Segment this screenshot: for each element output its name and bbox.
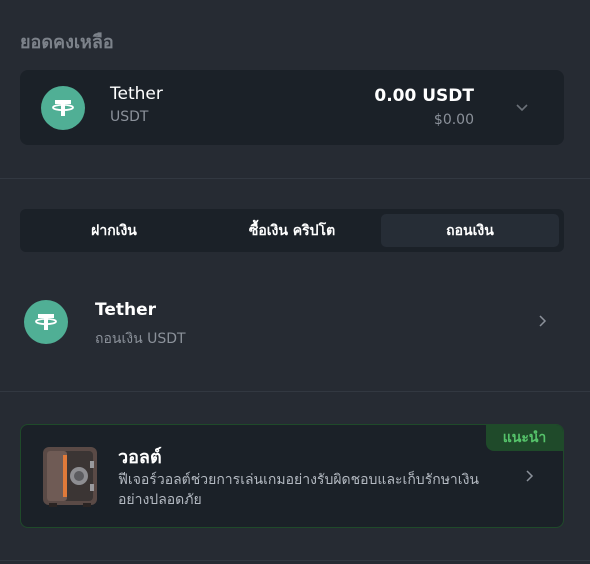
- chevron-right-icon: [526, 470, 534, 482]
- balance-card[interactable]: Tether USDT 0.00 USDT $0.00: [20, 70, 564, 145]
- divider: [0, 178, 590, 179]
- tether-icon: [24, 300, 68, 344]
- tab-bar: ฝากเงิน ซื้อเงิน คริปโต ถอนเงิน: [20, 209, 564, 252]
- option-name: Tether: [95, 300, 157, 320]
- tab-withdraw[interactable]: ถอนเงิน: [381, 214, 559, 247]
- option-subtitle: ถอนเงิน USDT: [95, 331, 186, 347]
- divider: [0, 560, 590, 561]
- balance-section-title: ยอดคงเหลือ: [20, 32, 114, 53]
- tab-deposit[interactable]: ฝากเงิน: [25, 214, 203, 247]
- chevron-down-icon[interactable]: [514, 99, 530, 115]
- tab-buy-crypto[interactable]: ซื้อเงิน คริปโต: [203, 214, 381, 247]
- vault-safe-icon: [43, 447, 97, 507]
- coin-symbol: USDT: [110, 109, 149, 125]
- balance-fiat-value: $0.00: [433, 112, 474, 128]
- vault-description: ฟีเจอร์วอลต์ช่วยการเล่นเกมอย่างรับผิดชอบ…: [118, 472, 479, 508]
- withdraw-tether-option[interactable]: Tether ถอนเงิน USDT: [0, 294, 590, 354]
- recommended-badge: แนะนำ: [486, 425, 563, 451]
- vault-title: วอลต์: [118, 447, 162, 468]
- coin-name: Tether: [110, 84, 163, 104]
- tether-icon: [41, 86, 85, 130]
- divider: [0, 391, 590, 392]
- chevron-right-icon: [539, 315, 547, 327]
- vault-card[interactable]: แนะนำ วอลต์ ฟีเจอร์วอลต์ช่วยการเล่นเกมอย…: [20, 424, 564, 528]
- balance-amount: 0.00 USDT: [374, 86, 474, 106]
